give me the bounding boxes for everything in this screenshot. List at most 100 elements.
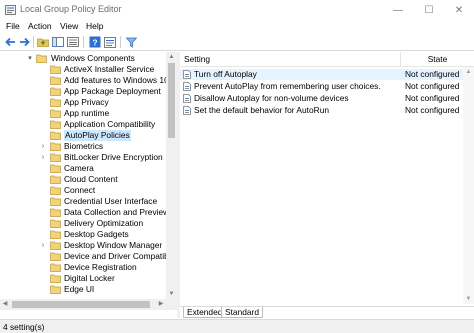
tree-item-label: Desktop Window Manager bbox=[64, 240, 163, 250]
tab-standard[interactable]: Standard bbox=[221, 307, 263, 318]
tree-item[interactable]: › Biometrics bbox=[0, 141, 166, 152]
tree-item-label: Biometrics bbox=[64, 141, 104, 151]
toolbar-separator bbox=[120, 36, 121, 48]
tree-item-label: Digital Locker bbox=[64, 273, 115, 283]
tree-item-label: Device Registration bbox=[64, 262, 137, 272]
tree-item[interactable]: App runtime bbox=[0, 108, 166, 119]
status-text: 4 setting(s) bbox=[3, 322, 45, 332]
tree-item[interactable]: Camera bbox=[0, 163, 166, 174]
folder-open-icon bbox=[36, 54, 47, 63]
setting-row[interactable]: Prevent AutoPlay from remembering user c… bbox=[180, 81, 474, 92]
tree-item[interactable]: Credential User Interface bbox=[0, 196, 166, 207]
tree-item-label: Add features to Windows 10 bbox=[64, 75, 169, 85]
folder-icon bbox=[50, 230, 61, 239]
help-icon[interactable]: ? bbox=[88, 35, 102, 49]
tree-item[interactable]: App Package Deployment bbox=[0, 86, 166, 97]
tree-item-label: Camera bbox=[64, 163, 94, 173]
forward-arrow-icon[interactable] bbox=[17, 35, 31, 49]
tree-item-windows-components[interactable]: ▾ Windows Components bbox=[0, 53, 166, 64]
folder-icon bbox=[50, 285, 61, 294]
tree-item[interactable]: Desktop Gadgets bbox=[0, 229, 166, 240]
tree-item[interactable]: Delivery Optimization bbox=[0, 218, 166, 229]
tree-item-label: Data Collection and Preview B bbox=[64, 207, 177, 217]
minimize-button[interactable]: — bbox=[383, 0, 413, 20]
maximize-button[interactable]: ☐ bbox=[414, 0, 444, 20]
setting-state: Not configured bbox=[405, 69, 460, 79]
folder-icon bbox=[50, 164, 61, 173]
tree-item-label: Desktop Gadgets bbox=[64, 229, 129, 239]
menu-help[interactable]: Help bbox=[86, 21, 103, 31]
tree-item[interactable]: › BitLocker Drive Encryption bbox=[0, 152, 166, 163]
scroll-down-icon[interactable]: ▼ bbox=[463, 294, 474, 304]
list-vertical-scrollbar[interactable]: ▲ ▼ bbox=[463, 67, 474, 304]
expand-icon[interactable]: › bbox=[39, 152, 47, 163]
setting-row[interactable]: Disallow Autoplay for non-volume devices… bbox=[180, 93, 474, 104]
export-list-icon[interactable] bbox=[66, 35, 80, 49]
folder-icon bbox=[50, 263, 61, 272]
setting-state: Not configured bbox=[405, 105, 460, 115]
close-button[interactable]: ✕ bbox=[444, 0, 474, 20]
tree-item-label: Cloud Content bbox=[64, 174, 118, 184]
scroll-left-icon[interactable]: ◀ bbox=[0, 299, 10, 310]
scroll-down-icon[interactable]: ▼ bbox=[166, 289, 177, 299]
tree-vertical-scrollbar[interactable]: ▲ ▼ bbox=[166, 52, 177, 299]
tree-item-label: App Package Deployment bbox=[64, 86, 161, 96]
tree-item-label: Application Compatibility bbox=[64, 119, 156, 129]
scroll-up-icon[interactable]: ▲ bbox=[166, 52, 177, 62]
setting-row[interactable]: Set the default behavior for AutoRun Not … bbox=[180, 105, 474, 116]
back-arrow-icon[interactable] bbox=[3, 35, 17, 49]
menu-action[interactable]: Action bbox=[28, 21, 52, 31]
folder-icon bbox=[50, 98, 61, 107]
scroll-right-icon[interactable]: ▶ bbox=[156, 299, 166, 310]
show-hide-tree-icon[interactable] bbox=[51, 35, 65, 49]
tree-item[interactable]: Digital Locker bbox=[0, 273, 166, 284]
tree-item[interactable]: AutoPlay Policies bbox=[0, 130, 166, 141]
tab-extended[interactable]: Extended bbox=[183, 307, 227, 318]
tree-item[interactable]: App Privacy bbox=[0, 97, 166, 108]
tree-horizontal-scrollbar[interactable]: ◀ ▶ bbox=[0, 299, 177, 310]
policy-tree[interactable]: ▾ Windows Components ActiveX Installer S… bbox=[0, 52, 177, 316]
tree-item[interactable]: Add features to Windows 10 bbox=[0, 75, 169, 86]
tree-item-label: App runtime bbox=[64, 108, 110, 118]
setting-state: Not configured bbox=[405, 81, 460, 91]
menu-file[interactable]: File bbox=[6, 21, 20, 31]
tree-item-label: BitLocker Drive Encryption bbox=[64, 152, 163, 162]
tree-item[interactable]: ActiveX Installer Service bbox=[0, 64, 166, 75]
tree-item[interactable]: Cloud Content bbox=[0, 174, 166, 185]
column-header-state[interactable]: State bbox=[401, 52, 474, 67]
tree-item[interactable]: Data Collection and Preview B bbox=[0, 207, 177, 218]
expand-icon[interactable]: › bbox=[39, 240, 47, 251]
tree-item[interactable]: Edge UI bbox=[0, 284, 166, 295]
properties-icon[interactable] bbox=[103, 35, 117, 49]
tree-item[interactable]: Application Compatibility bbox=[0, 119, 166, 130]
menu-view[interactable]: View bbox=[60, 21, 78, 31]
scrollbar-thumb[interactable] bbox=[168, 63, 175, 138]
folder-up-icon[interactable] bbox=[36, 35, 50, 49]
status-bar: 4 setting(s) bbox=[0, 319, 474, 333]
folder-icon bbox=[50, 65, 61, 74]
tree-item[interactable]: Device and Driver Compatibili bbox=[0, 251, 174, 262]
tree-item[interactable]: Device Registration bbox=[0, 262, 166, 273]
filter-icon[interactable] bbox=[124, 35, 138, 49]
folder-icon bbox=[50, 131, 61, 140]
setting-row[interactable]: Turn off Autoplay Not configured bbox=[180, 69, 474, 80]
tree-item[interactable]: › Desktop Window Manager bbox=[0, 240, 166, 251]
scrollbar-thumb[interactable] bbox=[12, 301, 150, 308]
setting-name: Set the default behavior for AutoRun bbox=[194, 105, 330, 115]
toolbar: ? bbox=[0, 34, 474, 51]
settings-list: Setting State Turn off Autoplay Not confi… bbox=[180, 52, 474, 306]
folder-icon bbox=[50, 241, 61, 250]
folder-icon bbox=[50, 219, 61, 228]
collapse-icon[interactable]: ▾ bbox=[26, 53, 34, 64]
expand-icon[interactable]: › bbox=[39, 141, 47, 152]
folder-icon bbox=[50, 109, 61, 118]
setting-name: Turn off Autoplay bbox=[194, 69, 257, 79]
policy-setting-icon bbox=[183, 70, 191, 79]
column-header-setting[interactable]: Setting bbox=[180, 52, 401, 67]
scroll-up-icon[interactable]: ▲ bbox=[463, 67, 474, 77]
tree-item-label: Edge UI bbox=[64, 284, 95, 294]
tree-item-label: Device and Driver Compatibili bbox=[64, 251, 175, 261]
tree-item[interactable]: Connect bbox=[0, 185, 166, 196]
tree-item-label: App Privacy bbox=[64, 97, 109, 107]
folder-icon bbox=[50, 197, 61, 206]
